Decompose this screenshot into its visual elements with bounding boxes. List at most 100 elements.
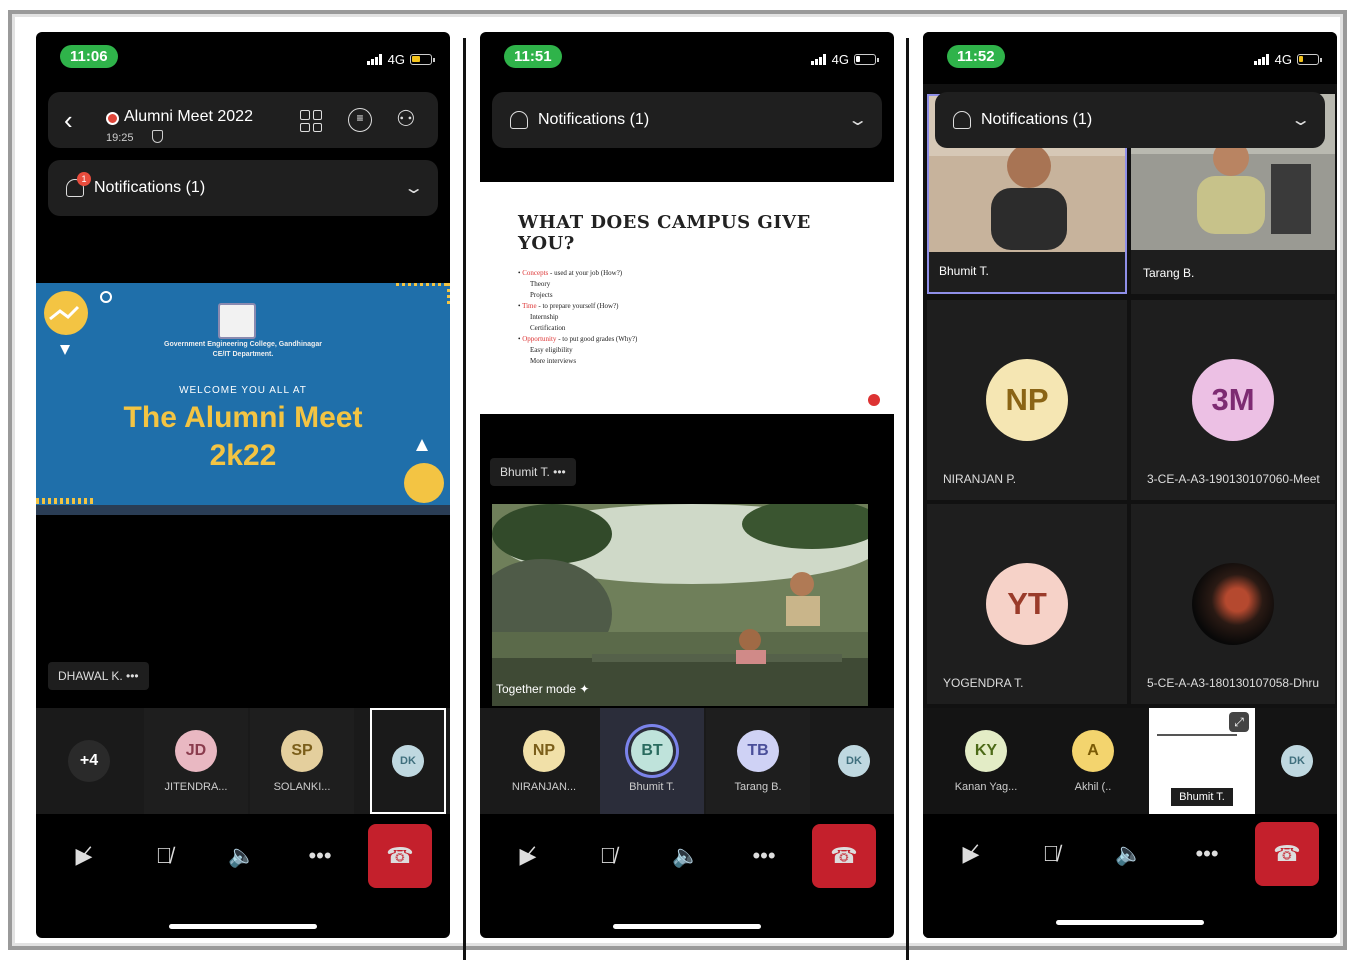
participant-name: JITENDRA... <box>164 780 228 793</box>
slide-title-line2: 2k22 <box>209 439 277 472</box>
participant-tile[interactable]: 3M 3-CE-A-A3-190130107060-Meet <box>1131 300 1335 500</box>
presenter-name-chip[interactable]: Bhumit T. ••• <box>490 458 576 486</box>
participant-tile[interactable]: NP NIRANJAN P. <box>927 300 1127 500</box>
notifications-bar[interactable]: 1 Notifications (1) ⌄ <box>48 160 438 216</box>
speaker-name-chip[interactable]: DHAWAL K. ••• <box>48 662 149 690</box>
avatar: NP <box>986 359 1068 441</box>
bell-icon <box>510 111 528 129</box>
chat-icon[interactable]: ≡ <box>348 108 372 132</box>
more-icon[interactable]: ••• <box>126 669 139 683</box>
shared-slide: WHAT DOES CAMPUS GIVE YOU? • Concepts - … <box>480 182 894 414</box>
participant-tile[interactable]: 5-CE-A-A3-180130107058-Dhru <box>1131 504 1335 704</box>
slide-college: Government Engineering College, Gandhina… <box>164 341 322 348</box>
status-time: 11:51 <box>504 45 562 68</box>
speaker-icon[interactable]: 🔈 <box>658 828 714 884</box>
network-type: 4G <box>831 52 849 67</box>
shield-icon <box>152 130 163 143</box>
end-call-button[interactable]: ☎ <box>368 824 432 888</box>
participant-name: Kanan Yag... <box>954 780 1018 793</box>
recording-dot-icon <box>868 394 880 406</box>
avatar: NP <box>523 729 565 772</box>
avatar: A <box>1072 729 1114 772</box>
slide-bullets: • Concepts - used at your job (How?) The… <box>518 268 856 367</box>
participant-name: Bhumit T. <box>1171 788 1233 806</box>
participant-name: 5-CE-A-A3-180130107058-Dhru <box>1147 676 1320 690</box>
participants-icon[interactable]: ⚇ <box>396 106 416 132</box>
avatar: TB <box>737 729 779 772</box>
home-indicator <box>613 924 761 929</box>
end-call-button[interactable]: ☎ <box>1255 822 1319 886</box>
chevron-down-icon[interactable]: ⌄ <box>847 110 868 130</box>
call-controls: ▶̸ 🎙̸ 🔈 ••• ☎ <box>36 816 450 896</box>
view-grid-icon[interactable] <box>300 110 322 132</box>
mic-off-icon[interactable]: 🎙̸ <box>580 828 636 884</box>
together-mode-scene <box>492 504 868 706</box>
avatar: JD <box>175 729 217 772</box>
mic-off-icon[interactable]: 🎙̸ <box>136 828 192 884</box>
together-mode-text: Together mode <box>496 682 577 696</box>
notification-badge: 1 <box>77 172 91 186</box>
avatar: BT <box>631 729 673 772</box>
shared-slide: Government Engineering College, Gandhina… <box>36 283 450 515</box>
signal-icon <box>1253 54 1270 65</box>
slide-subpoint: More interviews <box>530 357 577 365</box>
meeting-title: Alumni Meet 2022 <box>124 108 253 125</box>
slide-subpoint: Theory <box>530 280 551 288</box>
status-time: 11:06 <box>60 45 118 68</box>
slide-point: • Concepts - used at your job (How?) <box>518 269 623 277</box>
active-speaker-tile[interactable]: BT Bhumit T. <box>600 708 704 814</box>
more-options-icon[interactable]: ••• <box>736 828 792 884</box>
meeting-header: ‹ Alumni Meet 2022 19:25 ≡ ⚇ <box>48 92 438 148</box>
participant-tile[interactable]: NP NIRANJAN... <box>488 708 600 814</box>
slide-title-line1: The Alumni Meet <box>123 401 363 434</box>
back-icon[interactable]: ‹ <box>64 105 73 136</box>
camera-off-icon[interactable]: ▶̸ <box>56 828 112 884</box>
network-indicator: 4G <box>366 52 435 67</box>
network-type: 4G <box>387 52 405 67</box>
participant-name: Bhumit T. <box>939 264 989 278</box>
participant-strip: NP NIRANJAN... BT Bhumit T. TB Tarang B. DK <box>480 708 894 814</box>
mic-off-icon[interactable]: 🎙̸ <box>1023 826 1079 882</box>
chevron-down-icon[interactable]: ⌄ <box>403 178 424 198</box>
call-controls: ▶̸ 🎙̸ 🔈 ••• ☎ <box>923 814 1337 894</box>
participant-tile[interactable]: SP SOLANKI... <box>250 708 354 814</box>
chevron-down-icon[interactable]: ⌄ <box>1290 110 1311 130</box>
participant-name: Akhil (.. <box>1074 780 1112 793</box>
participant-tile[interactable]: JD JITENDRA... <box>144 708 248 814</box>
signal-icon <box>810 54 827 65</box>
participant-name: SOLANKI... <box>273 780 331 793</box>
slide-heading: WHAT DOES CAMPUS GIVE YOU? <box>518 212 811 254</box>
notifications-bar[interactable]: Notifications (1) ⌄ <box>935 92 1325 148</box>
participant-tile[interactable]: A Akhil (.. <box>1041 708 1145 814</box>
participant-tile[interactable]: KY Kanan Yag... <box>931 708 1041 814</box>
more-icon[interactable]: ••• <box>553 465 566 479</box>
end-call-button[interactable]: ☎ <box>812 824 876 888</box>
camera-off-icon[interactable]: ▶̸ <box>943 826 999 882</box>
camera-off-icon[interactable]: ▶̸ <box>500 828 556 884</box>
participant-name: YOGENDRA T. <box>943 676 1024 690</box>
slide-subpoint: Easy eligibility <box>530 346 573 354</box>
participant-tile[interactable]: YT YOGENDRA T. <box>927 504 1127 704</box>
college-logo <box>218 303 256 339</box>
self-view-tile[interactable]: DK <box>370 708 446 814</box>
participant-tile[interactable]: TB Tarang B. <box>706 708 810 814</box>
speaker-icon[interactable]: 🔈 <box>1101 826 1157 882</box>
battery-icon <box>1297 54 1322 65</box>
phone-screen-1: 11:06 4G ‹ Alumni Meet 2022 19:25 ≡ ⚇ 1 … <box>36 32 450 938</box>
self-view-tile[interactable]: DK <box>1257 708 1337 814</box>
notifications-bar[interactable]: Notifications (1) ⌄ <box>492 92 882 148</box>
self-view-tile[interactable]: DK <box>814 708 894 814</box>
home-indicator <box>169 924 317 929</box>
shared-content-tile[interactable]: ⤢ Bhumit T. <box>1149 708 1255 814</box>
status-bar: 11:06 4G <box>36 32 450 84</box>
slide-dept: CE/IT Department. <box>212 351 274 358</box>
more-options-icon[interactable]: ••• <box>1179 826 1235 882</box>
speaker-icon[interactable]: 🔈 <box>214 828 270 884</box>
point-keyword: Opportunity <box>522 335 557 343</box>
more-options-icon[interactable]: ••• <box>292 828 348 884</box>
status-bar: 11:52 4G <box>923 32 1337 84</box>
expand-icon[interactable]: ⤢ <box>1229 712 1249 732</box>
participant-tile[interactable]: +4 <box>36 708 142 814</box>
battery-icon <box>854 54 879 65</box>
slide-subpoint: Certification <box>530 324 566 332</box>
